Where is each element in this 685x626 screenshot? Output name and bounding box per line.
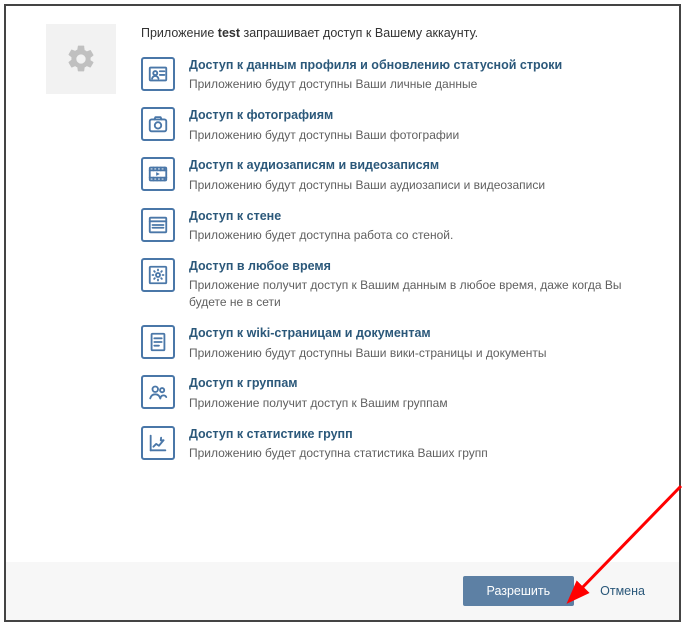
- permission-title: Доступ к статистике групп: [189, 426, 639, 444]
- permission-item: Доступ в любое времяПриложение получит д…: [141, 258, 639, 311]
- permission-text: Доступ к статистике группПриложению буде…: [189, 426, 639, 462]
- gear-icon: [65, 43, 97, 75]
- permission-text: Доступ к группам Приложение получит досту…: [189, 375, 639, 411]
- permission-text: Доступ к wiki-страницам и документам Прил…: [189, 325, 639, 361]
- allow-button[interactable]: Разрешить: [463, 576, 575, 606]
- stats-icon: [141, 426, 175, 460]
- permission-title: Доступ к данным профиля и обновлению ста…: [189, 57, 639, 75]
- media-icon: [141, 157, 175, 191]
- permissions-main: Приложение test запрашивает доступ к Ваш…: [141, 24, 639, 552]
- permission-title: Доступ к группам: [189, 375, 639, 393]
- permission-text: Доступ к стенеПриложению будет доступна …: [189, 208, 639, 244]
- permission-text: Доступ к фотографиям Приложению будут дос…: [189, 107, 639, 143]
- permission-text: Доступ к данным профиля и обновлению ста…: [189, 57, 639, 93]
- permission-desc: Приложение получит доступ к Вашим данным…: [189, 277, 639, 311]
- intro-text: Приложение test запрашивает доступ к Ваш…: [141, 24, 639, 43]
- permission-title: Доступ к wiki-страницам и документам: [189, 325, 639, 343]
- permission-title: Доступ к стене: [189, 208, 639, 226]
- permission-desc: Приложению будут доступны Ваши фотографи…: [189, 127, 639, 144]
- permission-item: Доступ к группам Приложение получит досту…: [141, 375, 639, 411]
- groups-icon: [141, 375, 175, 409]
- wall-icon: [141, 208, 175, 242]
- permission-desc: Приложению будут доступны Ваши аудиозапи…: [189, 177, 639, 194]
- dialog-frame: Приложение test запрашивает доступ к Ваш…: [4, 4, 681, 622]
- permission-item: Доступ к фотографиям Приложению будут дос…: [141, 107, 639, 143]
- permission-desc: Приложению будет доступна статистика Ваш…: [189, 445, 639, 462]
- intro-suffix: запрашивает доступ к Вашему аккаунту.: [240, 26, 478, 40]
- profile-card-icon: [141, 57, 175, 91]
- permission-item: Доступ к стенеПриложению будет доступна …: [141, 208, 639, 244]
- permission-title: Доступ в любое время: [189, 258, 639, 276]
- permission-text: Доступ к аудиозаписям и видеозаписям Прил…: [189, 157, 639, 193]
- permission-desc: Приложению будут доступны Ваши личные да…: [189, 76, 639, 93]
- permission-desc: Приложению будут доступны Ваши вики-стра…: [189, 345, 639, 362]
- cancel-button[interactable]: Отмена: [596, 576, 649, 606]
- permission-title: Доступ к аудиозаписям и видеозаписям: [189, 157, 639, 175]
- permission-title: Доступ к фотографиям: [189, 107, 639, 125]
- document-icon: [141, 325, 175, 359]
- gear-box-icon: [141, 258, 175, 292]
- permission-item: Доступ к wiki-страницам и документам Прил…: [141, 325, 639, 361]
- permission-item: Доступ к аудиозаписям и видеозаписям Прил…: [141, 157, 639, 193]
- intro-prefix: Приложение: [141, 26, 218, 40]
- app-name: test: [218, 26, 240, 40]
- permission-text: Доступ в любое времяПриложение получит д…: [189, 258, 639, 311]
- permission-item: Доступ к статистике группПриложению буде…: [141, 426, 639, 462]
- permission-desc: Приложению будет доступна работа со стен…: [189, 227, 639, 244]
- app-avatar: [46, 24, 116, 94]
- permission-desc: Приложение получит доступ к Вашим группа…: [189, 395, 639, 412]
- camera-icon: [141, 107, 175, 141]
- dialog-content: Приложение test запрашивает доступ к Ваш…: [6, 6, 679, 562]
- dialog-footer: Разрешить Отмена: [6, 562, 679, 620]
- permissions-list: Доступ к данным профиля и обновлению ста…: [141, 57, 639, 462]
- permission-item: Доступ к данным профиля и обновлению ста…: [141, 57, 639, 93]
